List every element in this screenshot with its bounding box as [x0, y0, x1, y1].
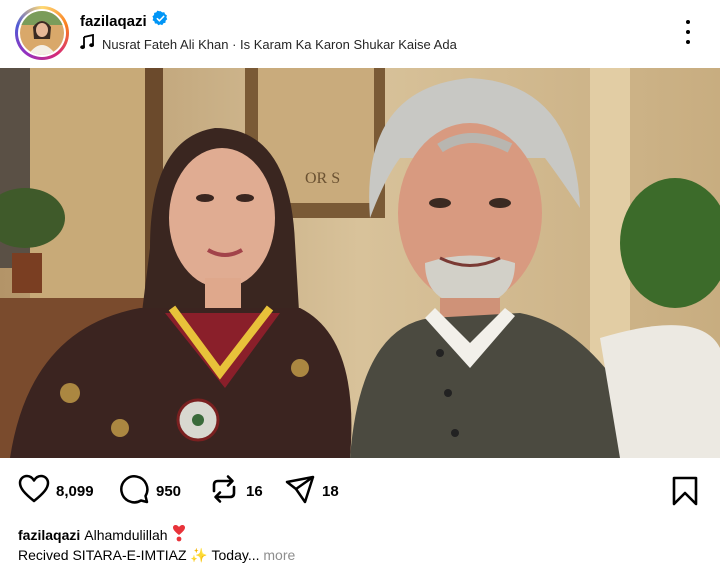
verified-badge-icon — [152, 10, 169, 32]
share-action: 18 — [284, 475, 339, 506]
avatar[interactable] — [15, 6, 69, 60]
caption-text-2: Recived SITARA-E-IMTIAZ ✨ Today... — [18, 547, 260, 563]
comment-count[interactable]: 950 — [156, 483, 181, 500]
share-icon[interactable] — [284, 473, 316, 510]
post-actions: 8,099 950 16 18 — [0, 468, 720, 514]
more-options-icon[interactable] — [676, 20, 700, 44]
svg-text:OR S: OR S — [305, 170, 340, 187]
audio-title: Nusrat Fateh Ali Khan · Is Karam Ka Karo… — [102, 36, 457, 52]
caption-line-2: Recived SITARA-E-IMTIAZ ✨ Today... more — [18, 547, 295, 564]
repost-icon[interactable] — [208, 473, 240, 510]
post-username[interactable]: fazilaqazi — [80, 13, 147, 30]
like-action: 8,099 — [18, 474, 94, 509]
repost-action: 16 — [208, 474, 263, 506]
bookmark-icon[interactable] — [671, 476, 699, 511]
music-note-icon — [80, 33, 94, 55]
heart-exclamation-icon — [172, 524, 186, 545]
comment-action: 950 — [118, 474, 181, 506]
audio-track[interactable]: Nusrat Fateh Ali Khan · Is Karam Ka Karo… — [80, 33, 457, 55]
comment-icon[interactable] — [118, 473, 150, 510]
caption-username[interactable]: fazilaqazi — [18, 527, 80, 543]
post-header: fazilaqazi Nusrat Fateh Ali Khan · Is Ka… — [0, 0, 720, 68]
post-image[interactable]: OR S — [0, 68, 720, 458]
like-count[interactable]: 8,099 — [56, 483, 94, 500]
avatar-image — [20, 11, 64, 55]
share-count[interactable]: 18 — [322, 483, 339, 500]
more-link[interactable]: more — [263, 547, 295, 563]
heart-icon[interactable] — [18, 474, 50, 509]
caption-text: Alhamdulillah — [84, 526, 168, 543]
repost-count[interactable]: 16 — [246, 483, 263, 500]
post-photo: OR S — [0, 68, 720, 458]
caption-line-1: fazilaqazi Alhamdulillah — [18, 524, 186, 545]
